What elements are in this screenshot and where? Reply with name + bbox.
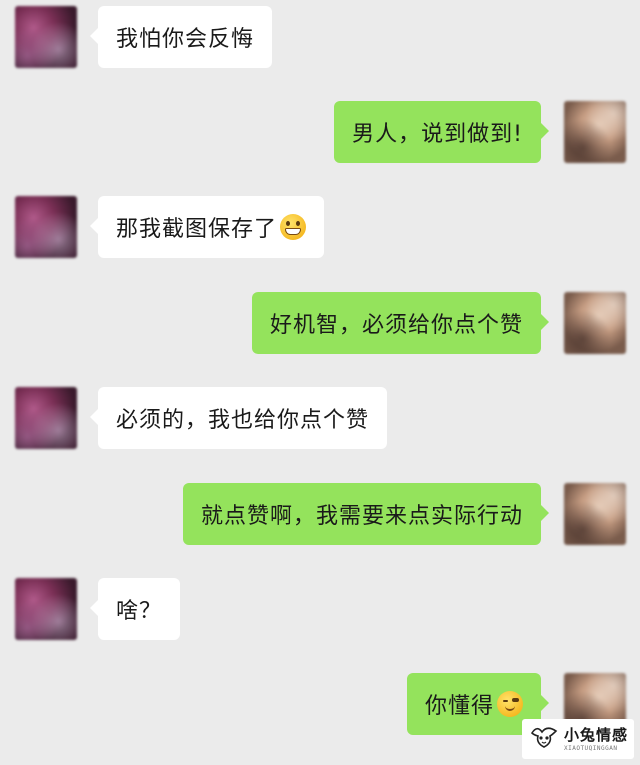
message-text: 好机智，必须给你点个赞 [269,313,523,338]
contact-avatar[interactable] [15,196,77,258]
message-text: 啥？ [116,599,163,624]
sent-message-bubble[interactable]: 就点赞啊，我需要来点实际行动 [182,483,550,545]
sent-message-bubble[interactable]: 好机智，必须给你点个赞 [251,292,550,354]
grinning-face-emoji-icon [280,214,307,240]
sent-message-bubble[interactable]: 你懂得 [406,673,550,735]
contact-avatar[interactable] [15,6,77,68]
received-message-bubble[interactable]: 那我截图保存了 [89,196,325,258]
watermark-subtitle: XIAOTUQINGGAN [564,744,618,752]
contact-avatar[interactable] [15,578,77,640]
watermark: 小兔情感 XIAOTUQINGGAN [522,719,634,759]
message-text: 男人，说到做到! [352,122,523,147]
winking-face-emoji-icon [497,691,523,717]
watermark-title: 小兔情感 [564,725,629,744]
received-message-bubble[interactable]: 我怕你会反悔 [89,6,273,68]
self-avatar[interactable] [564,292,626,354]
self-avatar[interactable] [564,101,626,163]
message-text: 就点赞啊，我需要来点实际行动 [200,504,523,529]
message-text: 你懂得 [424,694,494,719]
sent-message-bubble[interactable]: 男人，说到做到! [334,101,549,163]
message-text: 必须的，我也给你点个赞 [116,408,370,433]
rabbit-logo-icon [528,723,560,755]
self-avatar[interactable] [564,483,626,545]
received-message-bubble[interactable]: 啥？ [89,578,181,640]
message-text: 我怕你会反悔 [116,27,255,52]
message-text: 那我截图保存了 [116,217,278,242]
received-message-bubble[interactable]: 必须的，我也给你点个赞 [89,387,388,449]
contact-avatar[interactable] [15,387,77,449]
